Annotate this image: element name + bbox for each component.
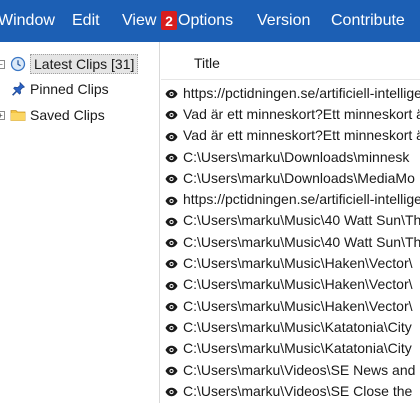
- clip-title: Vad är ett minneskort?Ett minneskort ä: [183, 105, 420, 122]
- eye-icon[interactable]: [165, 257, 178, 269]
- eye-icon[interactable]: [165, 194, 178, 206]
- clip-title: https://pctidningen.se/artificiell-intel…: [183, 84, 420, 101]
- column-header-title[interactable]: Title: [161, 42, 420, 80]
- eye-icon[interactable]: [165, 321, 178, 333]
- tree-item-label: Saved Clips: [30, 107, 105, 123]
- eye-icon[interactable]: [165, 385, 178, 397]
- tree-item-label: Pinned Clips: [30, 81, 109, 97]
- clip-title: C:\Users\marku\Music\Haken\Vector\: [183, 297, 413, 314]
- clip-title: C:\Users\marku\Downloads\MediaMo: [183, 169, 415, 186]
- expand-icon[interactable]: +: [0, 110, 5, 120]
- clip-list: Title https://pctidningen.se/artificiell…: [161, 42, 420, 403]
- table-row[interactable]: https://pctidningen.se/artificiell-intel…: [161, 82, 420, 103]
- clip-title: C:\Users\marku\Music\Katatonia\City: [183, 340, 412, 357]
- menu-edit[interactable]: Edit: [72, 0, 100, 42]
- clip-title: C:\Users\marku\Videos\SE News and: [183, 361, 416, 378]
- clip-title: C:\Users\marku\Music\40 Watt Sun\Th: [183, 212, 420, 229]
- menu-version[interactable]: Version: [257, 0, 310, 42]
- table-row[interactable]: C:\Users\marku\Music\Haken\Vector\: [161, 295, 420, 316]
- expand-icon[interactable]: −: [0, 59, 5, 69]
- eye-icon[interactable]: [165, 130, 178, 142]
- table-row[interactable]: C:\Users\marku\Music\40 Watt Sun\Th: [161, 231, 420, 252]
- menu-window[interactable]: Window: [0, 0, 55, 42]
- clock-icon: [10, 56, 26, 72]
- table-row[interactable]: Vad är ett minneskort?Ett minneskort ä: [161, 103, 420, 124]
- menu-bar: Window Edit View 2 Options Version Contr…: [0, 0, 420, 42]
- clip-title: C:\Users\marku\Videos\SE Close the: [183, 382, 413, 399]
- annotation-badge: 2: [161, 11, 177, 30]
- clip-title: C:\Users\marku\Music\Haken\Vector\: [183, 255, 413, 272]
- table-row[interactable]: Vad är ett minneskort?Ett minneskort ä: [161, 125, 420, 146]
- clip-title: https://pctidningen.se/artificiell-intel…: [183, 191, 420, 208]
- eye-icon[interactable]: [165, 300, 178, 312]
- clip-title: C:\Users\marku\Downloads\minnesk: [183, 148, 410, 165]
- clip-title: C:\Users\marku\Music\40 Watt Sun\Th: [183, 233, 420, 250]
- clip-title: C:\Users\marku\Music\Haken\Vector\: [183, 276, 413, 293]
- tree-item-label: Latest Clips [31]: [30, 54, 139, 74]
- eye-icon[interactable]: [165, 279, 178, 291]
- pin-icon: [10, 81, 26, 97]
- table-row[interactable]: C:\Users\marku\Videos\SE News and: [161, 359, 420, 380]
- table-row[interactable]: C:\Users\marku\Downloads\minnesk: [161, 146, 420, 167]
- eye-icon[interactable]: [165, 108, 178, 120]
- clip-tree: − Latest Clips [31] Pinned Clips + Saved…: [0, 42, 160, 403]
- table-row[interactable]: C:\Users\marku\Music\40 Watt Sun\Th: [161, 210, 420, 231]
- eye-icon[interactable]: [165, 343, 178, 355]
- clip-title: C:\Users\marku\Music\Katatonia\City: [183, 318, 412, 335]
- table-row[interactable]: C:\Users\marku\Music\Katatonia\City: [161, 338, 420, 359]
- eye-icon[interactable]: [165, 87, 178, 99]
- eye-icon[interactable]: [165, 364, 178, 376]
- folder-icon: [10, 107, 26, 123]
- eye-icon[interactable]: [165, 236, 178, 248]
- menu-view[interactable]: View: [122, 0, 156, 42]
- column-header-label: Title: [194, 55, 220, 71]
- table-row[interactable]: C:\Users\marku\Music\Katatonia\City: [161, 316, 420, 337]
- eye-icon[interactable]: [165, 172, 178, 184]
- table-row[interactable]: C:\Users\marku\Music\Haken\Vector\: [161, 252, 420, 273]
- eye-icon[interactable]: [165, 151, 178, 163]
- table-row[interactable]: C:\Users\marku\Music\Haken\Vector\: [161, 274, 420, 295]
- table-row[interactable]: C:\Users\marku\Videos\SE Close the: [161, 380, 420, 401]
- menu-contribute[interactable]: Contribute: [331, 0, 405, 42]
- menu-options[interactable]: Options: [178, 0, 233, 42]
- eye-icon[interactable]: [165, 215, 178, 227]
- clip-title: Vad är ett minneskort?Ett minneskort ä: [183, 127, 420, 144]
- table-row[interactable]: C:\Users\marku\Downloads\MediaMo: [161, 167, 420, 188]
- table-row[interactable]: https://pctidningen.se/artificiell-intel…: [161, 189, 420, 210]
